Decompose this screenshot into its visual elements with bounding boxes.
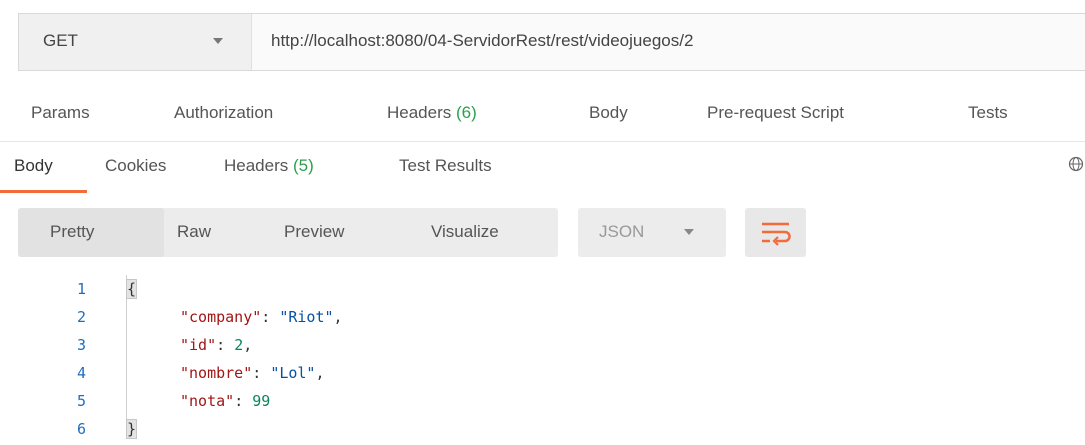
globe-icon[interactable] — [1068, 156, 1084, 172]
json-key: "nombre" — [180, 364, 253, 382]
json-field: "company": "Riot", — [180, 308, 343, 326]
line-number: 5 — [76, 392, 86, 410]
preview-button[interactable]: Preview — [284, 222, 344, 242]
line-number: 1 — [76, 280, 86, 298]
json-field: "id": 2, — [180, 336, 253, 354]
raw-button[interactable]: Raw — [177, 222, 211, 242]
format-select[interactable]: JSON — [578, 208, 726, 257]
tab-params[interactable]: Params — [31, 103, 90, 123]
line-number: 6 — [76, 420, 86, 438]
response-tab-headers-label: Headers — [224, 156, 289, 175]
close-brace: } — [125, 419, 138, 439]
request-tabs: Params Authorization Headers (6) Body Pr… — [0, 92, 1085, 136]
json-field: "nota": 99 — [180, 392, 271, 410]
line-number: 2 — [76, 308, 86, 326]
json-value: 2 — [234, 336, 244, 354]
pretty-button[interactable]: Pretty — [18, 208, 164, 257]
pretty-label: Pretty — [50, 222, 95, 241]
response-headers-count-badge: (5) — [293, 156, 314, 175]
json-value: "Lol" — [270, 364, 316, 382]
response-body-viewer[interactable]: 1 { 2 "company": "Riot", 3 "id": 2, 4 "n… — [0, 275, 1085, 445]
code-line: 6 } — [0, 415, 1085, 443]
response-tab-test-results[interactable]: Test Results — [399, 156, 492, 176]
tab-body[interactable]: Body — [589, 103, 628, 123]
response-tab-headers[interactable]: Headers (5) — [224, 156, 314, 176]
request-bar: GET http://localhost:8080/04-ServidorRes… — [18, 13, 1085, 71]
open-brace: { — [125, 279, 138, 299]
tab-prerequest-script[interactable]: Pre-request Script — [707, 103, 844, 123]
response-tabs: Body Cookies Headers (5) Test Results — [0, 142, 1085, 192]
code-line: 4 "nombre": "Lol", — [0, 359, 1085, 387]
code-line: 5 "nota": 99 — [0, 387, 1085, 415]
active-tab-underline — [0, 190, 87, 193]
json-field: "nombre": "Lol", — [180, 364, 325, 382]
json-key: "id" — [180, 336, 217, 354]
tab-tests[interactable]: Tests — [968, 103, 1008, 123]
line-number: 3 — [76, 336, 86, 354]
tab-headers-label: Headers — [387, 103, 452, 122]
headers-count-badge: (6) — [456, 103, 477, 122]
format-label: JSON — [599, 222, 645, 241]
response-tab-cookies[interactable]: Cookies — [105, 156, 166, 176]
visualize-button[interactable]: Visualize — [431, 222, 499, 242]
tab-headers[interactable]: Headers (6) — [387, 103, 477, 123]
code-line: 2 "company": "Riot", — [0, 303, 1085, 331]
tab-authorization[interactable]: Authorization — [174, 103, 273, 123]
method-select[interactable]: GET — [19, 14, 252, 70]
wrap-lines-icon — [762, 222, 791, 246]
json-key: "nota" — [180, 392, 235, 410]
method-label: GET — [43, 31, 78, 50]
code-line: 3 "id": 2, — [0, 331, 1085, 359]
url-input[interactable]: http://localhost:8080/04-ServidorRest/re… — [271, 31, 693, 51]
code-line: 1 { — [0, 275, 1085, 303]
view-mode-group: Pretty Raw Preview Visualize — [18, 208, 558, 257]
line-number: 4 — [76, 364, 86, 382]
chevron-down-icon — [684, 229, 694, 235]
json-value: 99 — [252, 392, 271, 410]
json-key: "company" — [180, 308, 262, 326]
chevron-down-icon — [213, 38, 223, 44]
response-tab-body[interactable]: Body — [14, 156, 53, 176]
wrap-lines-button[interactable] — [745, 208, 806, 257]
json-value: "Riot" — [279, 308, 334, 326]
